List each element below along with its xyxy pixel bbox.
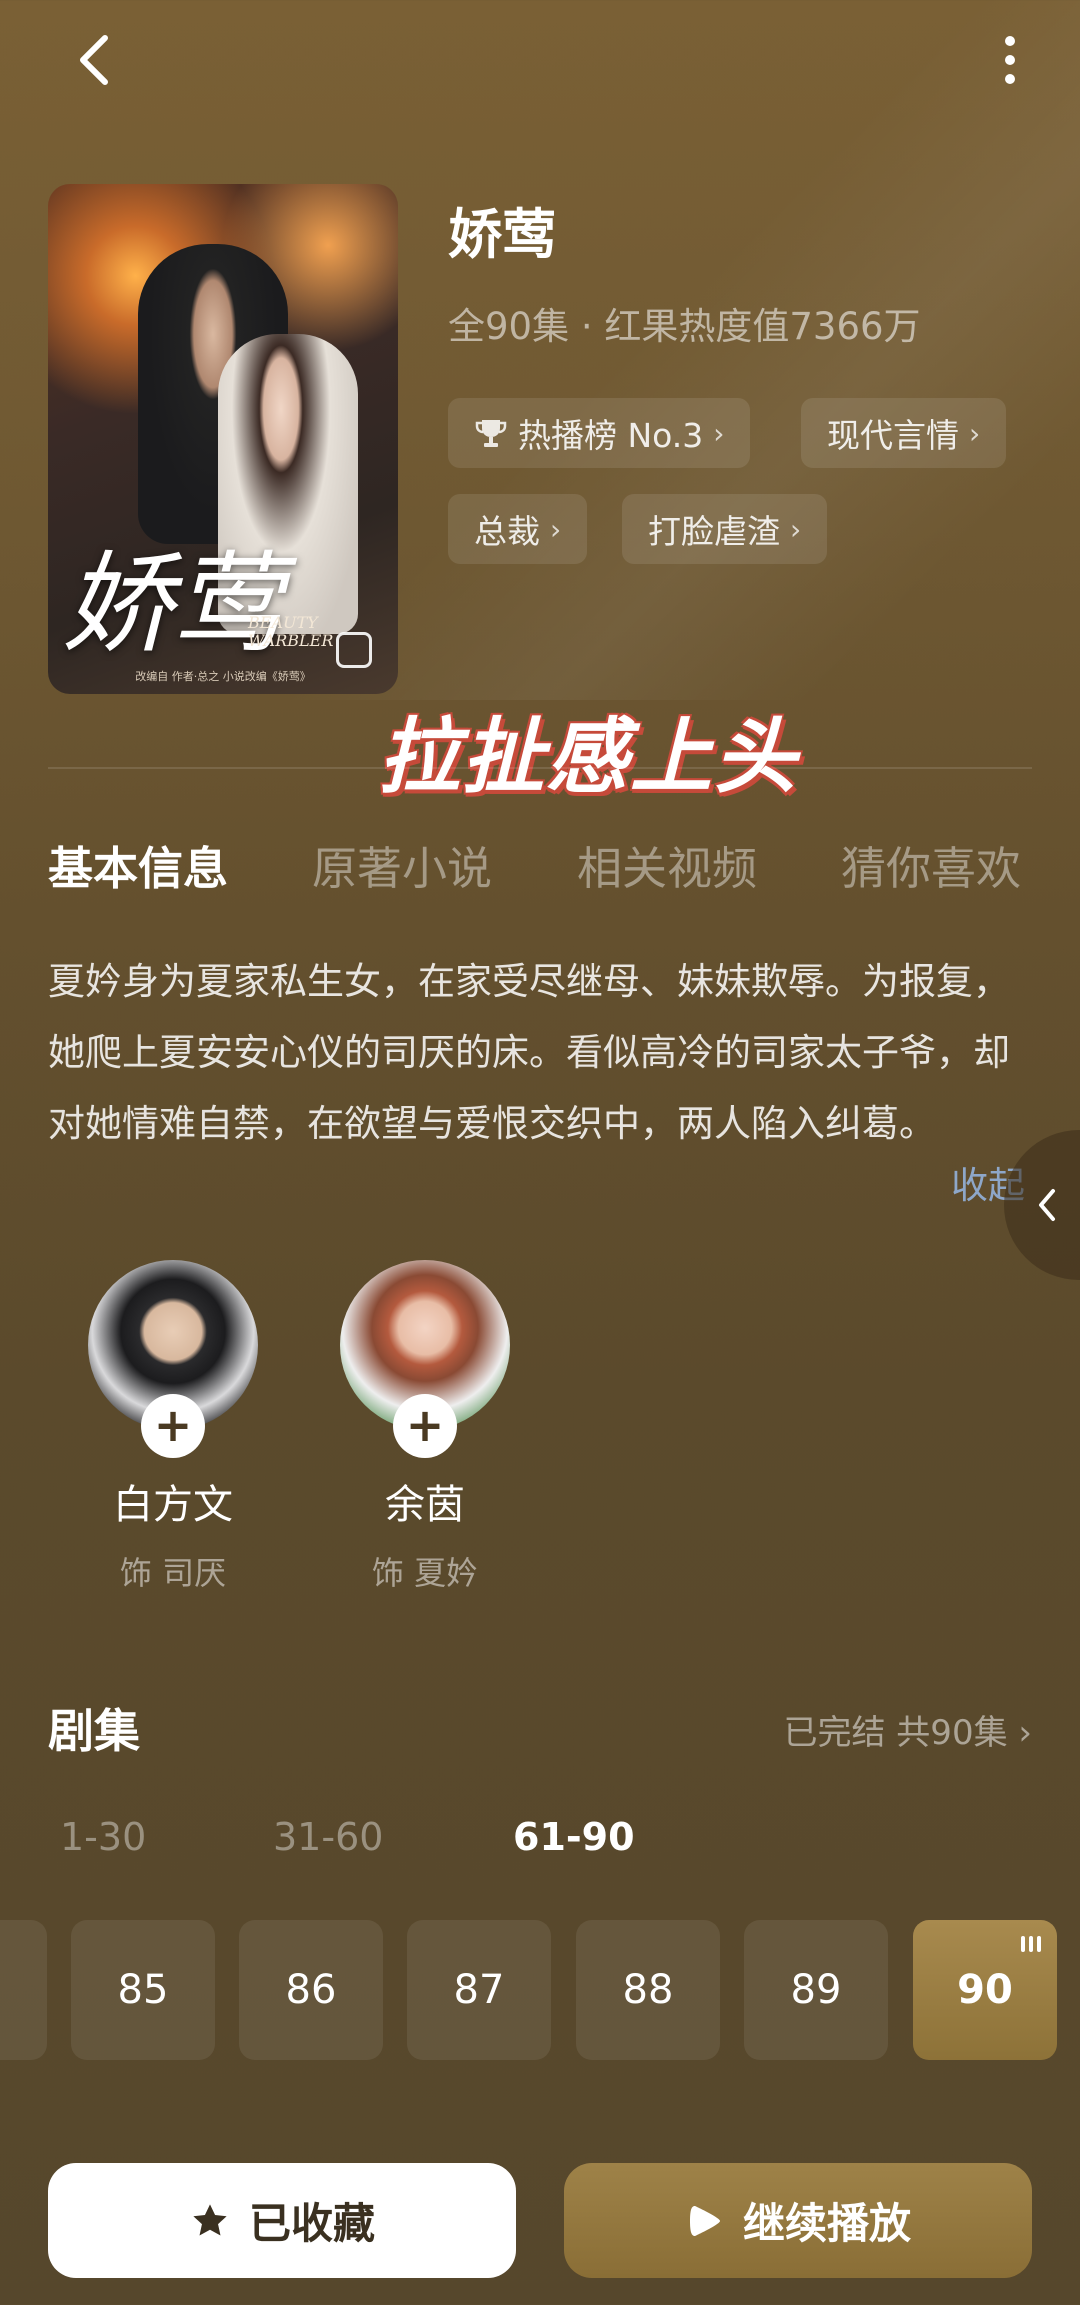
chevron-left-icon [1039,1189,1055,1221]
cast-role: 饰 司厌 [119,1554,227,1592]
cast-name: 余茵 [385,1482,465,1528]
chevron-right-icon: › [790,512,802,546]
range-tab-1-30[interactable]: 1-30 [60,1815,146,1859]
follow-plus-icon[interactable]: + [141,1394,205,1458]
episode-tile[interactable]: 87 [407,1920,551,2060]
copy-icon [336,632,372,668]
tab-related-videos[interactable]: 相关视频 [577,832,757,897]
divider [48,767,1032,769]
chevron-right-icon: › [969,416,981,450]
chevron-right-icon: › [1018,1713,1032,1753]
poster-credit: 改编自 作者·总之 小说改编《娇莺》 [135,670,311,683]
episodes-title: 剧集 [48,1704,140,1758]
favorite-button[interactable]: 已收藏 [48,2163,516,2278]
episode-tile[interactable]: 85 [71,1920,215,2060]
range-tab-31-60[interactable]: 31-60 [273,1815,383,1859]
chevron-right-icon: › [713,416,725,450]
follow-plus-icon[interactable]: + [393,1394,457,1458]
tag-revenge[interactable]: 打脸虐渣 › [622,494,828,564]
episodes-status: 已完结 共90集 [783,1713,1008,1753]
cast-name: 白方文 [113,1482,233,1528]
tab-original-novel[interactable]: 原著小说 [312,832,492,897]
overlay-caption: 拉扯感上头 [378,710,798,805]
continue-play-label: 继续播放 [742,2199,911,2248]
chevron-right-icon: › [550,512,562,546]
tag-ranking[interactable]: 热播榜 No.3 › [448,398,751,468]
episode-number: 90 [957,1967,1013,2013]
trophy-icon [475,420,507,447]
tab-recommendations[interactable]: 猜你喜欢 [841,832,1021,897]
episode-tile[interactable]: 86 [239,1920,383,2060]
cast-role: 饰 夏妗 [371,1554,479,1592]
playing-bars-icon [1021,1936,1041,1952]
poster-subtitle-art: BEAUTY WARBLER [248,613,334,650]
episode-tile-current[interactable]: 90 [913,1920,1057,2060]
play-icon [689,2205,720,2236]
tab-basic-info[interactable]: 基本信息 [48,832,228,897]
tag-revenge-label: 打脸虐渣 [648,512,780,551]
tag-ceo[interactable]: 总裁 › [448,494,588,564]
top-bar [0,0,1080,120]
tag-genre-label: 现代言情 [827,416,959,455]
tag-ceo-label: 总裁 [474,512,540,551]
detail-tabs: 基本信息 原著小说 相关视频 猜你喜欢 [48,832,1032,895]
continue-play-button[interactable]: 继续播放 [564,2163,1032,2278]
synopsis-text: 夏妗身为夏家私生女，在家受尽继母、妹妹欺辱。为报复，她爬上夏安安心仪的司厌的床。… [48,960,1010,1145]
range-tab-61-90[interactable]: 61-90 [513,1815,635,1859]
tag-genre[interactable]: 现代言情 › [801,398,1007,468]
star-icon [193,2203,227,2236]
drama-poster[interactable]: 娇莺 BEAUTY WARBLER 改编自 作者·总之 小说改编《娇莺》 [48,184,398,694]
chevron-left-icon [80,35,108,85]
poster-title-art: 娇莺 [62,540,282,668]
drama-title: 娇莺 [448,203,556,266]
favorite-label: 已收藏 [248,2199,375,2248]
episode-tile[interactable]: 89 [744,1920,888,2060]
episodes-status-link[interactable]: 已完结 共90集 › [784,1705,1033,1754]
more-vertical-icon [1005,36,1015,46]
more-options-button[interactable] [985,25,1035,95]
cast-member[interactable]: + 余茵 饰 夏妗 [340,1260,510,1594]
episode-tile-partial[interactable] [0,1920,47,2060]
tag-ranking-label: 热播榜 No.3 [518,416,704,455]
back-button[interactable] [60,25,130,95]
cast-member[interactable]: + 白方文 饰 司厌 [88,1260,258,1594]
drama-meta: 全90集 · 红果热度值7366万 [448,305,921,348]
episode-tile[interactable]: 88 [576,1920,720,2060]
